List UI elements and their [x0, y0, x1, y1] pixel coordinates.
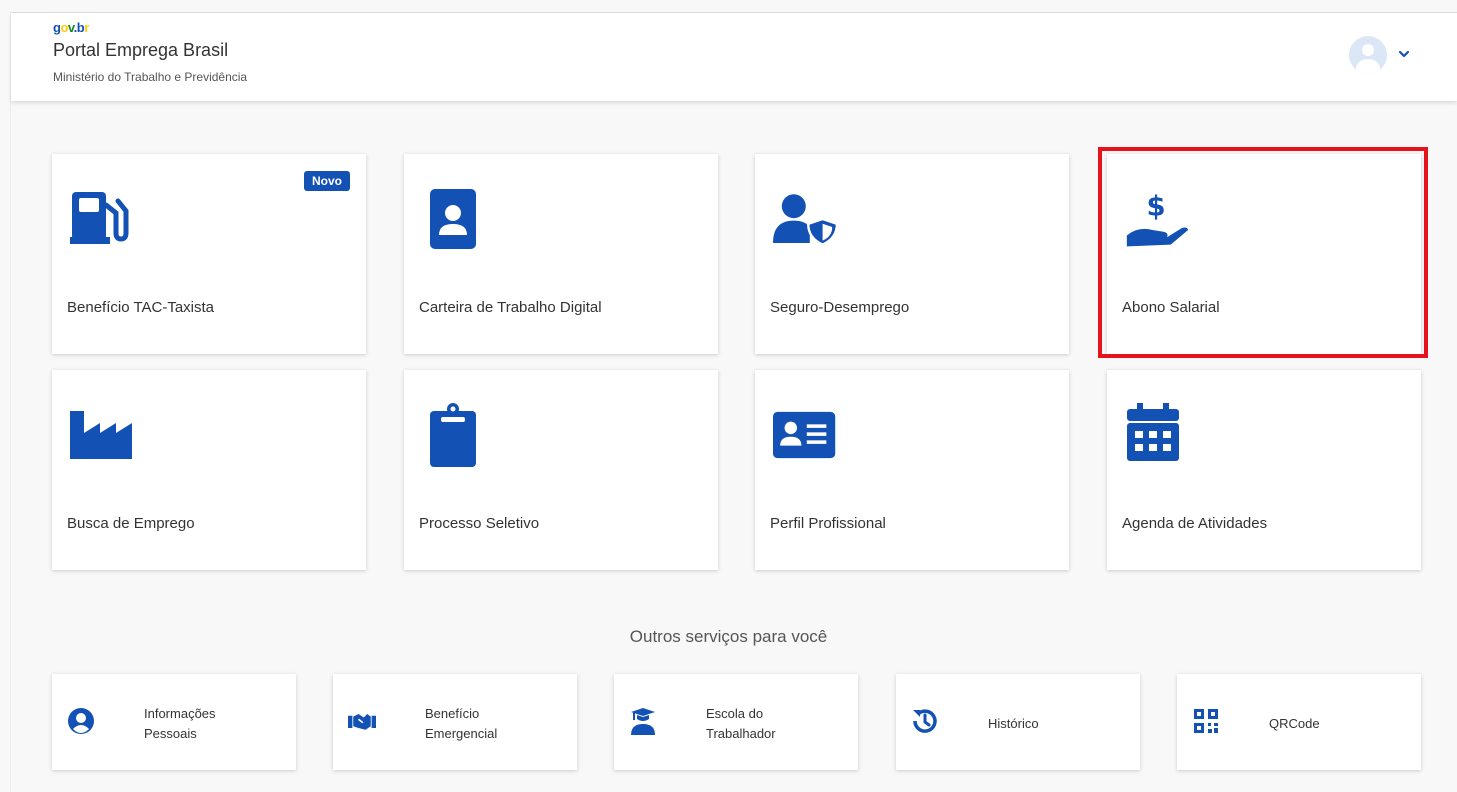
card-carteira-de-trabalho-digital[interactable]: Carteira de Trabalho Digital [404, 154, 718, 354]
industry-icon [70, 411, 132, 459]
other-services-title: Outros serviços para você [629, 627, 828, 646]
card-label: Busca de Emprego [67, 515, 195, 532]
portal-title: Portal Emprega Brasil [53, 40, 229, 60]
card-label: Agenda de Atividades [1122, 515, 1268, 532]
govbr-logo[interactable]: gov.br [53, 20, 89, 35]
new-badge: Novo [304, 171, 350, 191]
card-abono-salarial[interactable]: $ Abono Salarial [1107, 154, 1421, 354]
user-circle-icon [68, 708, 94, 734]
card-label: Carteira de Trabalho Digital [419, 299, 602, 316]
card-label: Perfil Profissional [770, 515, 886, 532]
avatar-head [1362, 44, 1374, 56]
card-beneficio-tac-taxista[interactable]: Novo Benefício TAC-Taxista [52, 154, 366, 354]
left-border [10, 12, 11, 792]
calendar-icon [1127, 403, 1179, 461]
clipboard-icon [430, 403, 476, 467]
service-beneficio-emergencial[interactable]: Benefício Emergencial [333, 674, 577, 770]
card-processo-seletivo[interactable]: Processo Seletivo [404, 370, 718, 570]
qrcode-icon [1194, 709, 1218, 733]
card-seguro-desemprego[interactable]: Seguro-Desemprego [755, 154, 1069, 354]
site-header: gov.br Portal Emprega Brasil Ministério … [11, 13, 1457, 101]
svg-text:$: $ [1147, 191, 1166, 222]
user-avatar[interactable] [1349, 36, 1387, 74]
address-card-icon [773, 411, 836, 459]
service-label-line2: Pessoais [144, 726, 197, 741]
hand-dollar-icon: $ [1126, 191, 1189, 247]
ministry-subtitle: Ministério do Trabalho e Previdência [53, 70, 248, 84]
chevron-down-icon[interactable] [1397, 47, 1411, 61]
card-label: Abono Salarial [1122, 299, 1220, 316]
gas-pump-icon [70, 192, 129, 244]
card-busca-de-emprego[interactable]: Busca de Emprego [52, 370, 366, 570]
service-label-line1: Benefício [425, 706, 480, 721]
service-escola-do-trabalhador[interactable]: Escola do Trabalhador [614, 674, 858, 770]
handshake-icon [348, 714, 376, 730]
service-label-line1: Informações [144, 706, 216, 721]
avatar-body [1356, 59, 1380, 74]
id-badge-icon [430, 189, 476, 249]
service-label-line1: Escola do [706, 706, 764, 721]
service-qrcode[interactable]: QRCode [1177, 674, 1421, 770]
service-historico[interactable]: Histórico [896, 674, 1140, 770]
service-label-line1: Histórico [988, 716, 1039, 731]
card-label: Benefício TAC-Taxista [67, 299, 215, 316]
user-shield-icon [773, 194, 837, 246]
service-label-line2: Emergencial [425, 726, 498, 741]
graduate-icon [631, 708, 655, 735]
service-informacoes-pessoais[interactable]: Informações Pessoais [52, 674, 296, 770]
service-label-line2: Trabalhador [706, 726, 776, 741]
card-agenda-de-atividades[interactable]: Agenda de Atividades [1107, 370, 1421, 570]
card-perfil-profissional[interactable]: Perfil Profissional [755, 370, 1069, 570]
service-label-line1: QRCode [1269, 716, 1320, 731]
card-label: Processo Seletivo [419, 515, 540, 532]
history-icon [913, 709, 937, 733]
card-label: Seguro-Desemprego [770, 299, 910, 316]
